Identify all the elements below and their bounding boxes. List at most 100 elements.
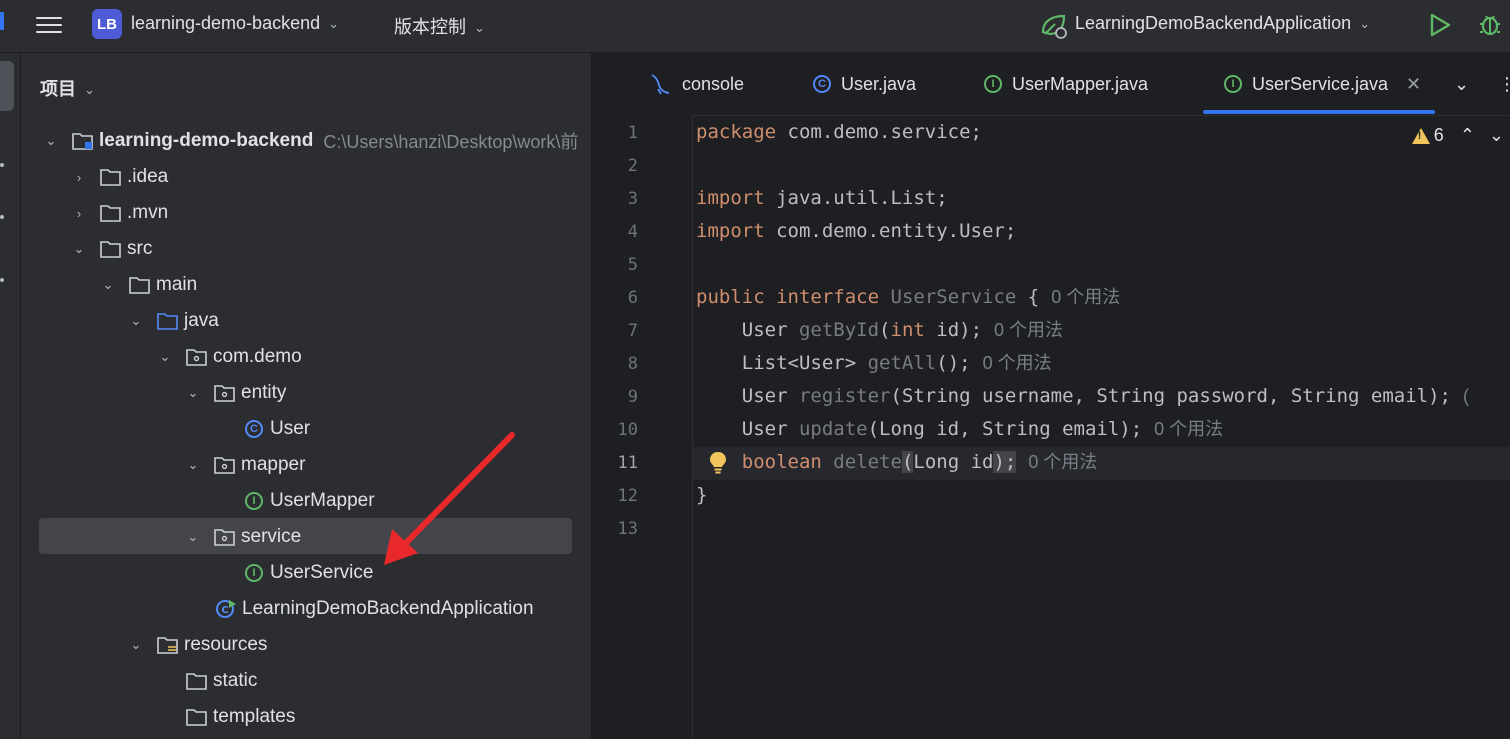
close-icon[interactable]: ✕ xyxy=(1406,74,1421,95)
chevron-down-icon[interactable]: ⌄ xyxy=(1489,125,1504,146)
tree-row-user[interactable]: C User xyxy=(21,411,591,447)
code-text: List<User> xyxy=(741,352,868,374)
tree-row-main[interactable]: ⌄ main xyxy=(21,267,591,303)
more-vertical-icon: ⋮ xyxy=(1498,73,1510,94)
folder-icon xyxy=(99,166,123,188)
project-switcher[interactable]: learning-demo-backend ⌄ xyxy=(131,13,339,34)
database-console-icon xyxy=(650,73,672,95)
line-number: 9 xyxy=(627,387,638,407)
vcs-menu[interactable]: 版本控制 ⌄ xyxy=(394,13,485,39)
tree-label: com.demo xyxy=(213,346,302,367)
chevron-right-icon[interactable]: › xyxy=(71,170,87,185)
run-config-selector[interactable]: LearningDemoBackendApplication ⌄ xyxy=(1075,13,1370,34)
menu-icon[interactable] xyxy=(36,12,62,38)
tree-row-mvn[interactable]: › .mvn xyxy=(21,195,591,231)
chevron-down-icon[interactable]: ⌄ xyxy=(128,637,144,653)
code-line-4[interactable]: import com.demo.entity.User; xyxy=(696,215,1016,248)
tree-row-application[interactable]: C LearningDemoBackendApplication xyxy=(21,591,591,627)
tab-label: User.java xyxy=(841,73,917,94)
code-line-11[interactable]: boolean delete(Long id); 0 个用法 xyxy=(696,446,1097,479)
chevron-down-icon[interactable]: ⌄ xyxy=(185,457,201,473)
project-panel-title[interactable]: 项目 ⌄ xyxy=(40,75,95,101)
keyword: package xyxy=(696,121,777,143)
code-line-10[interactable]: User update(Long id, String email); 0 个用法 xyxy=(696,413,1223,446)
tab-usermapper-java[interactable]: I UserMapper.java xyxy=(984,53,1148,115)
chevron-down-icon[interactable]: ⌄ xyxy=(185,529,201,545)
folder-icon xyxy=(128,274,152,296)
tab-userservice-java[interactable]: I UserService.java ✕ xyxy=(1224,53,1421,115)
tree-label: static xyxy=(213,670,258,691)
tree-row-com-demo[interactable]: ⌄ com.demo xyxy=(21,339,591,375)
tree-row-entity[interactable]: ⌄ entity xyxy=(21,375,591,411)
editor-tab-bar: console C User.java I UserMapper.java I … xyxy=(592,53,1510,116)
usage-hint[interactable]: 0 个用法 xyxy=(1154,419,1223,439)
code-line-1[interactable]: package com.demo.service; xyxy=(696,116,982,149)
project-path: C:\Users\hanzi\Desktop\work\前 xyxy=(323,132,579,152)
code-text: { xyxy=(1016,286,1040,308)
usage-hint[interactable]: 0 个用法 xyxy=(1028,452,1097,472)
tree-row-mapper[interactable]: ⌄ mapper xyxy=(21,447,591,483)
usage-hint[interactable]: ( xyxy=(1463,386,1469,406)
keyword: import xyxy=(696,220,765,242)
project-badge[interactable]: LB xyxy=(92,9,122,39)
code-line-6[interactable]: public interface UserService {0 个用法 xyxy=(696,281,1120,314)
more-tabs-button[interactable]: ⋮ xyxy=(1498,53,1510,115)
tree-row-usermapper[interactable]: I UserMapper xyxy=(21,483,591,519)
code-text: (); xyxy=(936,352,971,374)
chevron-down-icon[interactable]: ⌄ xyxy=(185,385,201,401)
line-number: 10 xyxy=(617,420,638,440)
code-line-9[interactable]: User register(String username, String pa… xyxy=(696,380,1469,413)
tree-row-idea[interactable]: › .idea xyxy=(21,159,591,195)
chevron-down-icon[interactable]: ⌄ xyxy=(128,313,144,329)
line-number: 4 xyxy=(627,222,638,242)
interface-icon: I xyxy=(242,562,266,584)
tree-label: UserService xyxy=(270,562,374,583)
line-number: 2 xyxy=(627,156,638,176)
tree-row-learning-demo-backend[interactable]: ⌄ learning-demo-backend C:\Users\hanzi\D… xyxy=(21,123,591,159)
chevron-down-icon: ⌄ xyxy=(1454,73,1470,94)
lightbulb-icon[interactable] xyxy=(708,451,728,480)
line-number: 6 xyxy=(627,288,638,308)
code-line-8[interactable]: List<User> getAll(); 0 个用法 xyxy=(696,347,1052,380)
project-panel: 项目 ⌄ ⌄ learning-demo-backend C:\Users\han… xyxy=(21,53,591,739)
usage-hint[interactable]: 0 个用法 xyxy=(994,320,1063,340)
tree-label: entity xyxy=(241,382,287,403)
module-folder-icon xyxy=(71,130,95,152)
tab-console[interactable]: console xyxy=(650,53,744,115)
tree-row-java[interactable]: ⌄ java xyxy=(21,303,591,339)
tree-label: main xyxy=(156,274,198,295)
tool-icon[interactable] xyxy=(0,163,4,167)
chevron-down-icon[interactable]: ⌄ xyxy=(71,241,87,257)
code-text: (Long id, String email); xyxy=(867,418,1143,440)
code-text: Long id xyxy=(913,451,994,473)
tab-user-java[interactable]: C User.java xyxy=(813,53,916,115)
tree-row-static[interactable]: static xyxy=(21,663,591,699)
tree-label: resources xyxy=(184,634,268,655)
chevron-down-icon[interactable]: ⌄ xyxy=(100,277,116,293)
tab-list-button[interactable]: ⌄ xyxy=(1454,53,1469,115)
tool-icon[interactable] xyxy=(0,215,4,219)
inspection-widget[interactable]: 6 ⌃ ⌄ xyxy=(1411,125,1504,146)
tree-row-src[interactable]: ⌄ src xyxy=(21,231,591,267)
code-line-7[interactable]: User getById(int id); 0 个用法 xyxy=(696,314,1063,347)
usage-hint[interactable]: 0 个用法 xyxy=(1051,287,1120,307)
code-text: ) xyxy=(993,451,1005,473)
tree-row-service[interactable]: ⌄ service xyxy=(21,519,591,555)
tree-row-resources[interactable]: ⌄ resources xyxy=(21,627,591,663)
chevron-down-icon[interactable]: ⌄ xyxy=(157,349,173,365)
code-text: User xyxy=(741,319,799,341)
folder-icon xyxy=(99,238,123,260)
tool-icon[interactable] xyxy=(0,278,4,282)
project-tool-button[interactable] xyxy=(0,61,14,111)
chevron-down-icon[interactable]: ⌄ xyxy=(43,133,59,149)
chevron-right-icon[interactable]: › xyxy=(71,206,87,221)
tree-row-userservice[interactable]: I UserService xyxy=(21,555,591,591)
code-line-12[interactable]: } xyxy=(696,479,707,512)
debug-icon[interactable] xyxy=(1476,10,1504,43)
code-line-3[interactable]: import java.util.List; xyxy=(696,182,948,215)
tree-row-templates[interactable]: templates xyxy=(21,699,591,735)
chevron-up-icon[interactable]: ⌃ xyxy=(1460,125,1475,146)
run-icon[interactable] xyxy=(1428,12,1452,43)
package-icon xyxy=(213,454,237,476)
usage-hint[interactable]: 0 个用法 xyxy=(983,353,1052,373)
